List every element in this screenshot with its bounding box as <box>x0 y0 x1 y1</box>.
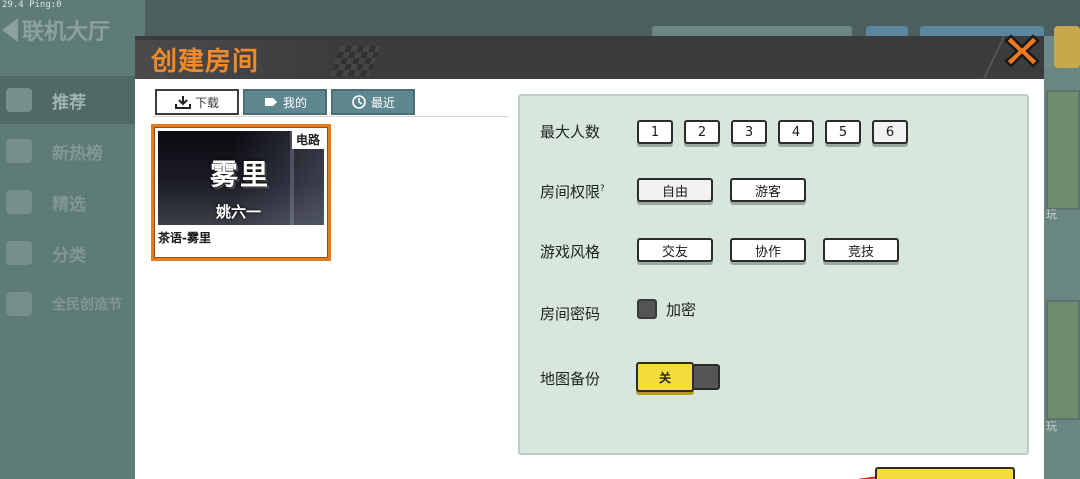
sidebar-item-festival[interactable]: 全民创造节 <box>0 280 145 328</box>
sidebar-item-label: 全民创造节 <box>52 297 122 313</box>
status-text: 29.4 Ping:0 <box>2 0 62 10</box>
max-players-option-1[interactable]: 1 <box>637 120 673 144</box>
permission-option-free[interactable]: 自由 <box>637 178 713 202</box>
tab-label: 下载 <box>194 95 219 110</box>
toggle-track <box>690 364 720 390</box>
password-label: 房间密码 <box>540 305 601 323</box>
backup-toggle[interactable]: 关 <box>636 362 722 392</box>
chart-icon <box>6 139 32 163</box>
back-button[interactable]: 联机大厅 <box>2 14 110 46</box>
max-players-option-3[interactable]: 3 <box>731 120 767 144</box>
room-settings-panel: 最大人数 1 2 3 4 5 6 房间权限? 自由 游客 游戏风格 交友 协作 … <box>518 94 1029 455</box>
history-icon <box>352 95 366 109</box>
permission-option-guest[interactable]: 游客 <box>730 178 806 202</box>
lobby-card-label: 玩 <box>1046 208 1057 221</box>
map-name: 茶语-雾里 <box>158 231 211 245</box>
user-icon[interactable] <box>1054 26 1080 68</box>
sidebar-item-hot[interactable]: 新热榜 <box>0 127 145 175</box>
sidebar-item-featured[interactable]: 精选 <box>0 178 145 226</box>
map-source-tabs: 下载 我的 最近 <box>155 89 415 115</box>
lobby-room-card[interactable] <box>1046 300 1080 420</box>
lobby-room-card[interactable] <box>1046 90 1080 210</box>
tab-label: 我的 <box>282 95 307 110</box>
permission-label: 房间权限? <box>540 181 605 202</box>
map-thumbnail: 雾里 姚六一 电路 <box>158 131 324 225</box>
help-icon[interactable]: ? <box>600 184 605 194</box>
map-tag-badge: 电路 <box>291 131 324 149</box>
sidebar-item-label: 推荐 <box>52 92 86 113</box>
tab-recent[interactable]: 最近 <box>331 89 415 115</box>
max-players-option-6[interactable]: 6 <box>872 120 908 144</box>
checker-decoration <box>329 46 381 76</box>
max-players-label: 最大人数 <box>540 123 601 141</box>
back-arrow-icon <box>2 18 18 42</box>
sidebar-item-category[interactable]: 分类 <box>0 229 145 277</box>
style-option-coop[interactable]: 协作 <box>730 238 806 262</box>
map-card[interactable]: 雾里 姚六一 电路 茶语-雾里 <box>151 124 331 261</box>
close-button[interactable] <box>1001 30 1043 72</box>
style-option-social[interactable]: 交友 <box>637 238 713 262</box>
password-checkbox-label: 加密 <box>666 301 697 319</box>
max-players-option-2[interactable]: 2 <box>684 120 720 144</box>
game-style-label: 游戏风格 <box>540 243 601 261</box>
sidebar-item-recommend[interactable]: 推荐 <box>0 76 145 124</box>
max-players-option-5[interactable]: 5 <box>825 120 861 144</box>
toggle-knob: 关 <box>636 362 694 392</box>
password-checkbox[interactable] <box>637 299 657 319</box>
thumbnail-title: 雾里 <box>210 158 271 191</box>
dialog-title: 创建房间 <box>151 47 260 77</box>
thumbnail-author: 姚六一 <box>216 203 262 221</box>
download-icon <box>174 96 191 109</box>
create-room-button[interactable] <box>875 467 1015 479</box>
bulb-icon <box>6 292 32 316</box>
sidebar-item-label: 精选 <box>52 194 86 215</box>
back-label: 联机大厅 <box>22 20 111 45</box>
tab-label: 最近 <box>370 95 395 110</box>
sidebar-item-label: 分类 <box>52 245 86 266</box>
create-room-dialog: 创建房间 下载 我的 最近 雾里 姚六一 电路 茶语-雾里 最大人数 1 2 3… <box>135 34 1044 479</box>
backup-label: 地图备份 <box>540 370 601 388</box>
home-icon <box>6 88 32 112</box>
max-players-option-4[interactable]: 4 <box>778 120 814 144</box>
diamond-icon <box>6 190 32 214</box>
tab-mine[interactable]: 我的 <box>243 89 327 115</box>
style-option-compete[interactable]: 竞技 <box>823 238 899 262</box>
layers-icon <box>6 241 32 265</box>
permission-label-text: 房间权限 <box>540 183 601 201</box>
lobby-card-label: 玩 <box>1046 420 1057 433</box>
tab-download[interactable]: 下载 <box>155 89 239 115</box>
tag-icon <box>264 98 277 106</box>
close-icon <box>1004 34 1040 68</box>
dialog-body: 下载 我的 最近 雾里 姚六一 电路 茶语-雾里 最大人数 1 2 3 4 5 … <box>135 79 1044 479</box>
tab-divider <box>153 116 508 117</box>
dialog-header: 创建房间 <box>135 36 1044 79</box>
sidebar-item-label: 新热榜 <box>52 143 103 164</box>
